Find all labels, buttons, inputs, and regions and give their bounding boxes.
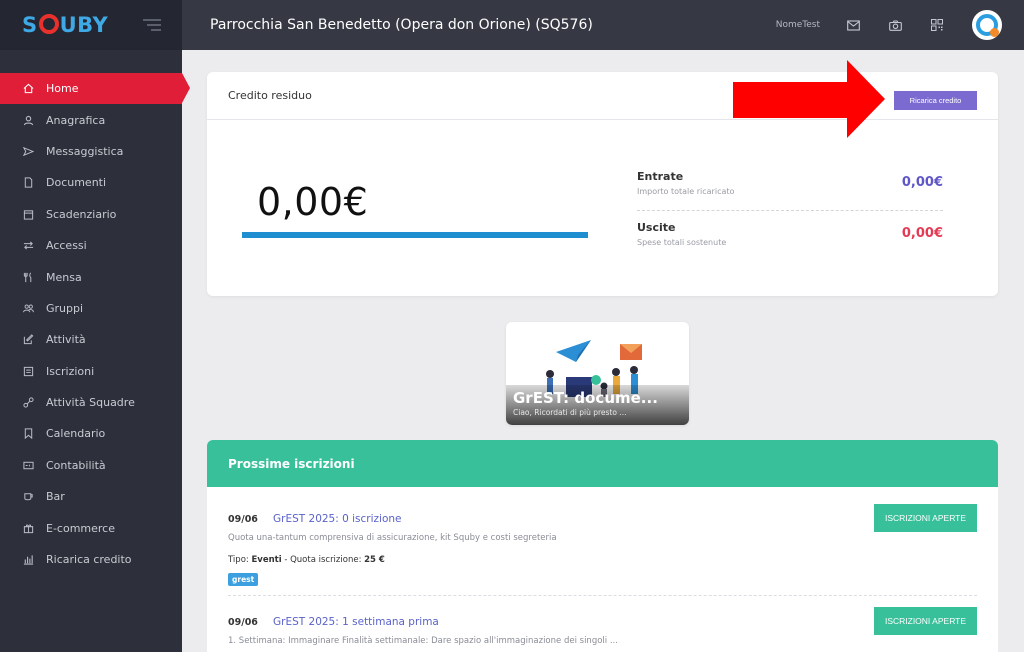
fee-label: - Quota iscrizione: (284, 555, 362, 565)
bookmark-icon (22, 428, 34, 440)
link-icon (22, 397, 34, 409)
mail-icon[interactable] (846, 18, 860, 32)
expense-label: Uscite (637, 221, 676, 234)
sidebar: S UBY Home Anagrafica Messaggistica Docu… (0, 0, 190, 652)
chart-icon (22, 554, 34, 566)
enrollment-description: 1. Settimana: Immaginare Finalità settim… (228, 636, 618, 646)
income-stat: Entrate Importo totale ricaricato 0,00€ (637, 170, 943, 196)
sidebar-item-label: Ricarica credito (46, 553, 132, 567)
recharge-credit-button[interactable]: Ricarica credito (894, 91, 977, 110)
send-icon (22, 145, 34, 157)
enrollment-date: 09/06 (228, 617, 258, 628)
sidebar-item-label: Documenti (46, 176, 107, 190)
page-title: Parrocchia San Benedetto (Opera don Orio… (210, 17, 593, 33)
sidebar-item-ricarica-credito[interactable]: Ricarica credito (0, 544, 182, 575)
sidebar-item-documenti[interactable]: Documenti (0, 167, 182, 198)
sidebar-item-iscrizioni[interactable]: Iscrizioni (0, 356, 182, 387)
sidebar-item-attivita[interactable]: Attività (0, 324, 182, 355)
sidebar-item-accessi[interactable]: Accessi (0, 230, 182, 261)
sidebar-item-messaggistica[interactable]: Messaggistica (0, 136, 182, 167)
enrollment-meta: Tipo: Eventi - Quota iscrizione: 25 € (228, 555, 977, 565)
sidebar-item-bar[interactable]: Bar (0, 481, 182, 512)
sidebar-item-label: Mensa (46, 270, 82, 284)
edit-icon (22, 334, 34, 346)
sidebar-item-label: Home (46, 82, 79, 96)
sidebar-item-anagrafica[interactable]: Anagrafica (0, 104, 182, 135)
sidebar-item-label: Calendario (46, 427, 106, 441)
cup-icon (22, 491, 34, 503)
sidebar-item-label: Iscrizioni (46, 364, 95, 378)
fee-value: 25 € (364, 555, 385, 565)
sidebar-item-ecommerce[interactable]: E-commerce (0, 512, 182, 543)
sidebar-item-home[interactable]: Home (0, 73, 190, 105)
hamburger-menu-icon[interactable] (143, 19, 161, 31)
sidebar-item-label: Bar (46, 490, 65, 504)
enrollment-tag: grest (228, 573, 259, 586)
sidebar-item-label: Attività Squadre (46, 396, 135, 410)
topbar-actions: NomeTest (776, 0, 1024, 50)
credit-balance: 0,00€ (257, 180, 369, 224)
group-icon (22, 302, 34, 314)
list-icon (22, 365, 34, 377)
enrollment-date: 09/06 (228, 514, 258, 525)
sidebar-item-calendario[interactable]: Calendario (0, 418, 182, 449)
sidebar-item-label: Anagrafica (46, 113, 106, 127)
sidebar-item-label: Gruppi (46, 301, 84, 315)
sidebar-item-label: Messaggistica (46, 144, 124, 158)
sidebar-item-attivita-squadre[interactable]: Attività Squadre (0, 387, 182, 418)
qr-icon[interactable] (930, 18, 944, 32)
calendar-icon (22, 208, 34, 220)
user-icon (22, 114, 34, 126)
home-icon (22, 83, 34, 95)
swap-icon (22, 240, 34, 252)
sidebar-item-scadenziario[interactable]: Scadenziario (0, 199, 182, 230)
document-icon (22, 177, 34, 189)
avatar[interactable] (972, 10, 1002, 40)
sidebar-nav: Home Anagrafica Messaggistica Documenti … (0, 73, 190, 575)
topbar: Parrocchia San Benedetto (Opera don Orio… (182, 0, 1024, 50)
list-item: 09/06 GrEST 2025: 0 iscrizione Quota una… (228, 504, 977, 586)
sidebar-item-label: Scadenziario (46, 207, 117, 221)
accounting-icon (22, 459, 34, 471)
sidebar-item-label: Contabilità (46, 458, 106, 472)
sidebar-item-label: E-commerce (46, 521, 115, 535)
enrollment-title-link[interactable]: GrEST 2025: 0 iscrizione (273, 513, 401, 525)
upcoming-enrollments-card: Prossime iscrizioni 09/06 GrEST 2025: 0 … (207, 440, 998, 652)
sidebar-item-gruppi[interactable]: Gruppi (0, 293, 182, 324)
squby-logo[interactable]: S UBY (22, 13, 108, 37)
sidebar-item-contabilita[interactable]: Contabilità (0, 450, 182, 481)
expense-value: 0,00€ (901, 226, 943, 241)
sidebar-item-mensa[interactable]: Mensa (0, 261, 182, 292)
cutlery-icon (22, 271, 34, 283)
expense-stat: Uscite Spese totali sostenute 0,00€ (637, 221, 943, 247)
enrollments-title: Prossime iscrizioni (207, 440, 998, 487)
enrollment-divider (228, 595, 977, 596)
promo-title: GrEST: docume... (513, 389, 658, 407)
sidebar-item-label: Accessi (46, 239, 87, 253)
expense-sublabel: Spese totali sostenute (637, 238, 727, 247)
credit-balance-bar (242, 232, 588, 238)
logo-bar: S UBY (0, 0, 182, 50)
promo-subtitle: Ciao, Ricordati di più presto ... (513, 408, 627, 417)
sidebar-item-label: Attività (46, 333, 86, 347)
enrollments-open-button[interactable]: ISCRIZIONI APERTE (874, 504, 977, 532)
red-arrow-annotation (733, 60, 885, 138)
promo-card[interactable]: GrEST: docume... Ciao, Ricordati di più … (506, 322, 689, 425)
enrollments-open-button[interactable]: ISCRIZIONI APERTE (874, 607, 977, 635)
stat-divider (637, 210, 943, 211)
enrollment-description: Quota una-tantum comprensiva di assicura… (228, 533, 557, 543)
type-value: Eventi (251, 555, 282, 565)
enrollment-title-link[interactable]: GrEST 2025: 1 settimana prima (273, 616, 439, 628)
income-sublabel: Importo totale ricaricato (637, 187, 735, 196)
list-item: 09/06 GrEST 2025: 1 settimana prima 1. S… (228, 607, 977, 646)
income-label: Entrate (637, 170, 684, 183)
type-label: Tipo: (228, 555, 249, 565)
cart-icon (22, 522, 34, 534)
camera-icon[interactable] (888, 18, 902, 32)
username[interactable]: NomeTest (776, 20, 820, 30)
income-value: 0,00€ (901, 175, 943, 190)
